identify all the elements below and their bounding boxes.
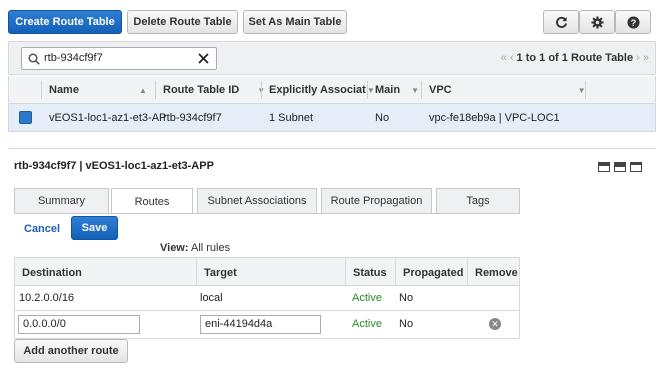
table-row[interactable]: vEOS1-loc1-az1-et3-AP rtb-934cf9f7 1 Sub… [8,104,656,132]
column-vpc[interactable]: VPC ▼ [429,84,586,96]
column-explicitly-associated[interactable]: Explicitly Associat▼ [269,84,375,96]
refresh-button[interactable] [543,10,579,34]
prev-page-icon[interactable]: ‹ [510,52,514,64]
pane-splitter[interactable] [8,148,656,149]
route-propagated: No [399,318,414,330]
filter-bar: rtb-934cf9f7 « ‹ 1 to 1 of 1 Route Table… [8,41,656,75]
delete-route-table-label: Delete Route Table [133,16,232,28]
detail-title: rtb-934cf9f7 | vEOS1-loc1-az1-et3-APP [14,160,214,172]
view-value: All rules [190,242,231,254]
destination-input[interactable]: 0.0.0.0/0 [18,315,140,334]
tab-tags[interactable]: Tags [436,188,520,213]
column-route-table-id-label: Route Table ID [163,84,240,96]
routes-table-header: Destination Target Status Propagated Rem… [14,257,520,287]
add-another-route-button[interactable]: Add another route [14,339,128,363]
save-label: Save [81,222,108,234]
set-main-table-label: Set As Main Table [248,16,342,28]
column-vpc-label: VPC [429,84,452,96]
column-main-label: Main [375,84,401,96]
row-vpc: vpc-fe18eb9a | VPC-LOC1 [429,112,560,124]
layout-bottom-icon[interactable] [598,162,610,172]
tab-tags-label: Tags [466,195,490,207]
tab-summary-label: Summary [37,195,86,207]
chevron-down-icon: ▼ [411,86,419,95]
column-route-table-id[interactable]: Route Table ID▼ [163,84,265,96]
route-target: local [200,292,223,304]
column-name[interactable]: Name ▲ [49,84,147,96]
view-filter[interactable]: View: All rules [160,242,230,254]
help-button[interactable]: ? [615,10,651,34]
route-status: Active [352,292,382,304]
gear-icon [590,15,604,29]
first-page-icon[interactable]: « [501,52,507,64]
row-checkbox[interactable] [19,111,32,124]
save-button[interactable]: Save [71,216,118,240]
create-route-table-label: Create Route Table [15,16,115,28]
tab-summary[interactable]: Summary [14,188,109,213]
search-input-value: rtb-934cf9f7 [44,52,103,64]
search-input[interactable]: rtb-934cf9f7 [21,47,217,70]
settings-button[interactable] [579,10,615,34]
tab-subnet-associations[interactable]: Subnet Associations [197,188,317,213]
row-route-table-id: rtb-934cf9f7 [163,112,222,124]
add-another-route-label: Add another route [23,345,119,357]
layout-top-icon[interactable] [630,162,642,172]
tab-subnet-associations-label: Subnet Associations [207,195,307,207]
create-route-table-button[interactable]: Create Route Table [8,10,122,34]
search-icon [28,53,40,65]
view-label: View: [160,242,189,254]
table-row: 10.2.0.0/16 local Active No [14,286,520,311]
row-name: vEOS1-loc1-az1-et3-AP [49,112,167,124]
column-explicit-label: Explicitly Associat [269,84,366,96]
refresh-icon [555,16,567,28]
delete-route-table-button[interactable]: Delete Route Table [127,10,238,34]
help-icon: ? [626,15,640,29]
chevron-down-icon: ▼ [366,86,375,95]
clear-search-icon[interactable] [198,53,209,64]
column-main[interactable]: Main ▼ [375,84,419,96]
tab-divider [14,213,520,214]
route-table-grid-header: Name▲ Route Table ID▼ Explicitly Associa… [8,76,656,104]
next-page-icon[interactable]: › [636,52,640,64]
column-name-label: Name [49,84,79,96]
target-input[interactable]: eni-44194d4a [200,315,321,334]
row-explicit-associations: 1 Subnet [269,112,314,124]
layout-split-icon[interactable] [614,162,626,172]
route-propagated: No [399,292,414,304]
column-status: Status [353,267,387,279]
route-destination: 10.2.0.0/16 [19,292,75,304]
column-propagated: Propagated [403,267,464,279]
tab-route-propagation[interactable]: Route Propagation [321,188,432,213]
set-main-table-button[interactable]: Set As Main Table [243,10,347,34]
table-row: 0.0.0.0/0 eni-44194d4a Active No ✕ [14,311,520,339]
route-status: Active [352,318,382,330]
row-main: No [375,112,390,124]
pager-text: 1 to 1 of 1 Route Table [516,52,634,64]
cancel-button[interactable]: Cancel [24,223,60,235]
tab-routes-label: Routes [134,195,170,208]
remove-route-icon[interactable]: ✕ [489,318,501,330]
column-target: Target [204,267,237,279]
tab-routes[interactable]: Routes [111,188,193,214]
last-page-icon[interactable]: » [643,52,649,64]
tab-route-propagation-label: Route Propagation [330,195,423,207]
pagination: « ‹ 1 to 1 of 1 Route Table › » [501,52,649,64]
column-destination: Destination [22,267,82,279]
column-remove: Remove [475,267,518,279]
sort-asc-icon: ▲ [138,86,147,95]
svg-text:?: ? [630,17,636,27]
